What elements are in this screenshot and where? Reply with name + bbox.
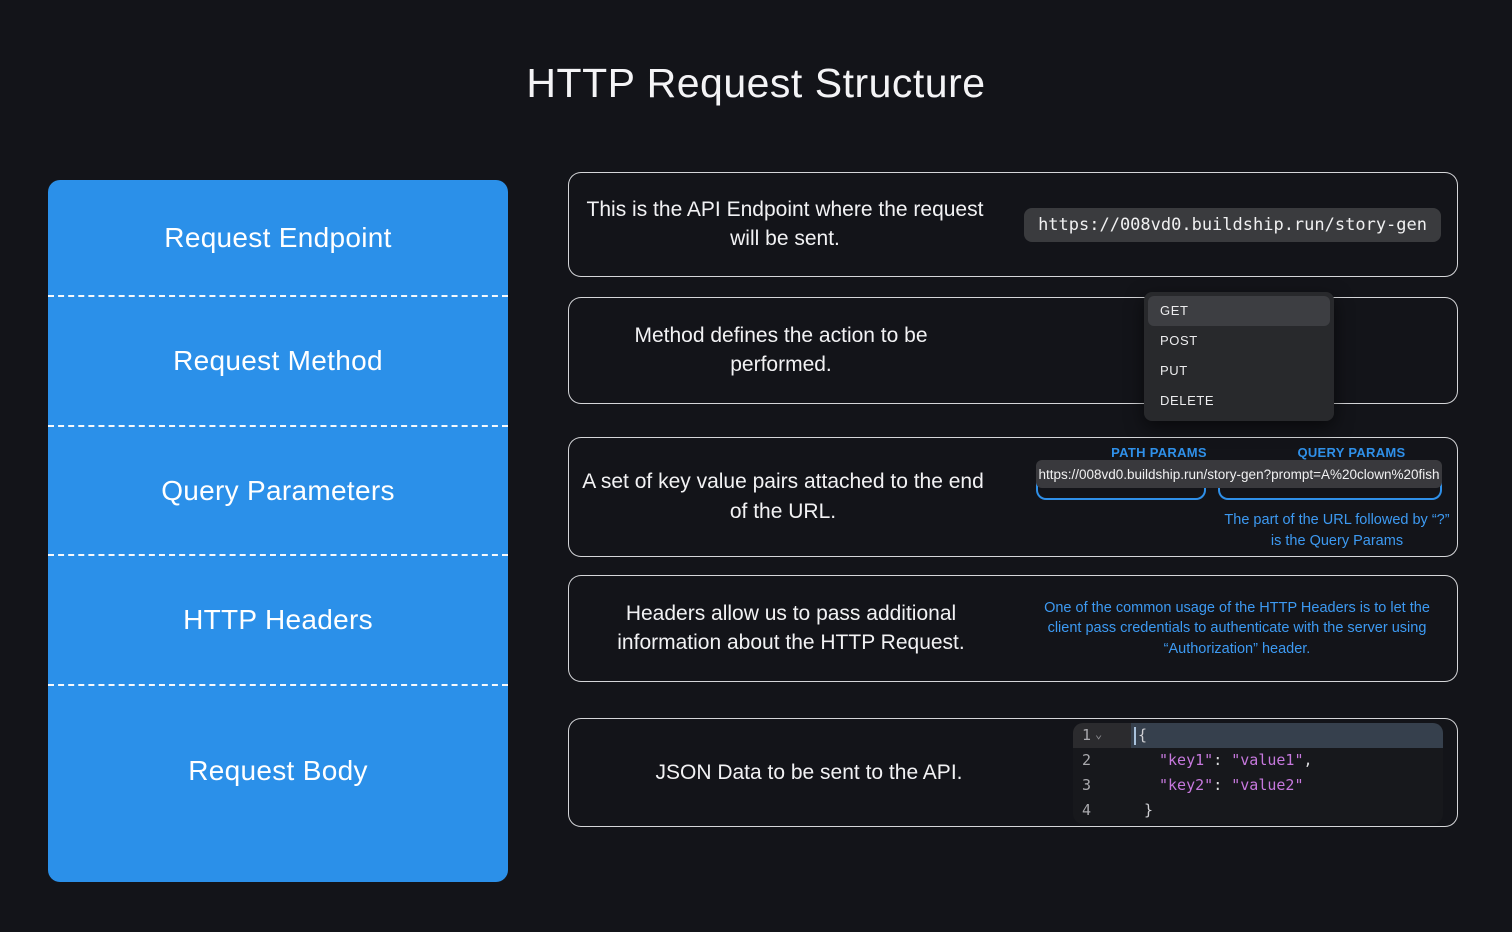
code-line-3: 3 "key2": "value2": [1073, 773, 1443, 798]
query-url-chip: https://008vd0.buildship.run/story-gen?p…: [1036, 460, 1442, 488]
method-option-delete[interactable]: DELETE: [1148, 386, 1330, 416]
sidebar-item-request-endpoint: Request Endpoint: [48, 180, 508, 297]
sidebar-item-http-headers: HTTP Headers: [48, 556, 508, 686]
headers-description: Headers allow us to pass additional info…: [617, 601, 965, 655]
sidebar-item-request-body: Request Body: [48, 686, 508, 882]
line-number: 2: [1082, 751, 1092, 769]
line-number: 1: [1082, 726, 1092, 744]
method-option-post[interactable]: POST: [1148, 326, 1330, 356]
endpoint-url-chip: https://008vd0.buildship.run/story-gen: [1024, 207, 1441, 242]
path-params-label: PATH PARAMS: [1111, 445, 1207, 460]
method-option-put[interactable]: PUT: [1148, 356, 1330, 386]
body-description: JSON Data to be sent to the API.: [655, 760, 963, 784]
sidebar-item-label: Request Endpoint: [164, 221, 392, 253]
chevron-down-icon[interactable]: ⌄: [1095, 728, 1102, 740]
line-gutter: 2: [1073, 748, 1131, 773]
headers-note: One of the common usage of the HTTP Head…: [1044, 599, 1430, 657]
code-content: "key1": "value1",: [1159, 751, 1313, 769]
sidebar-item-label: Request Method: [173, 345, 383, 376]
method-description: Method defines the action to be performe…: [634, 323, 928, 377]
code-line-1: 1 ⌄ {: [1073, 723, 1443, 748]
query-params-note: The part of the URL followed by “?” is t…: [1224, 512, 1450, 549]
panel-request-body: JSON Data to be sent to the API. 1 ⌄ { 2…: [568, 718, 1458, 827]
code-line-2: 2 "key1": "value1",: [1073, 748, 1443, 773]
text-cursor: [1134, 726, 1136, 745]
line-number: 3: [1082, 776, 1092, 794]
page-title: HTTP Request Structure: [526, 60, 986, 106]
json-editor[interactable]: 1 ⌄ { 2 "key1": "value1", 3 "key2": "val…: [1073, 723, 1443, 824]
code-content: {: [1131, 723, 1443, 748]
method-option-get[interactable]: GET: [1148, 296, 1330, 326]
line-gutter: 1 ⌄: [1073, 723, 1131, 748]
http-request-structure-diagram: HTTP Request Structure Request Endpoint …: [0, 0, 1512, 932]
sidebar-item-request-method: Request Method: [48, 297, 508, 427]
query-description: A set of key value pairs attached to the…: [582, 470, 984, 523]
code-content: "key2": "value2": [1159, 776, 1304, 794]
query-params-label: QUERY PARAMS: [1297, 445, 1406, 460]
sidebar-item-label: Query Parameters: [161, 474, 395, 506]
sidebar-item-query-parameters: Query Parameters: [48, 427, 508, 556]
panel-http-headers: Headers allow us to pass additional info…: [568, 575, 1458, 682]
sidebar-item-label: Request Body: [188, 755, 368, 786]
method-dropdown: GET POST PUT DELETE: [1144, 292, 1334, 421]
panel-endpoint: This is the API Endpoint where the reque…: [568, 172, 1458, 277]
code-line-4: 4 }: [1073, 798, 1443, 823]
line-number: 4: [1082, 801, 1092, 819]
endpoint-description: This is the API Endpoint where the reque…: [586, 197, 984, 251]
line-gutter: 3: [1073, 773, 1131, 798]
line-gutter: 4: [1073, 798, 1131, 823]
sidebar-item-label: HTTP Headers: [183, 604, 373, 635]
code-content: }: [1144, 801, 1154, 819]
sidebar: Request Endpoint Request Method Query Pa…: [48, 180, 508, 882]
panel-query-parameters: A set of key value pairs attached to the…: [568, 437, 1458, 557]
